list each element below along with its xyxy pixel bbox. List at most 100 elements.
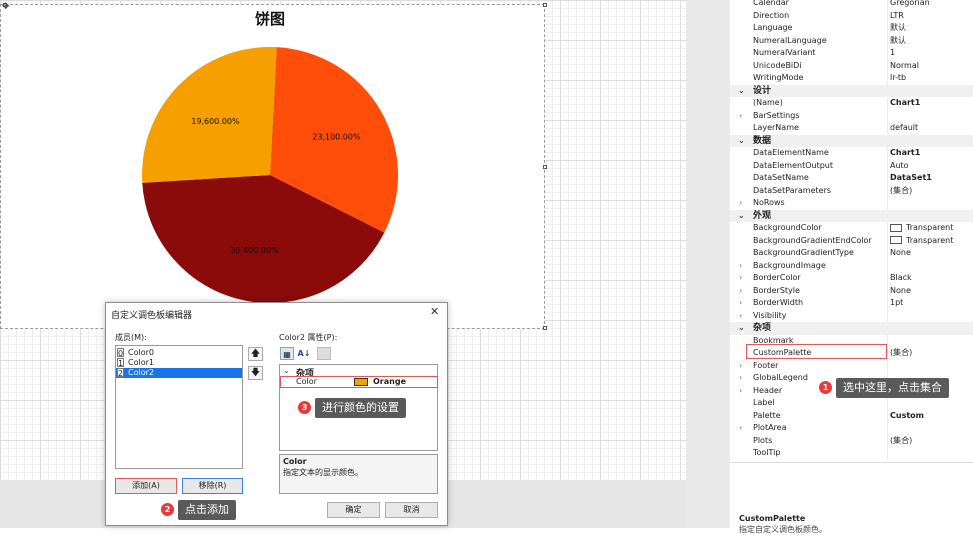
property-row[interactable]: › BorderStyle None bbox=[730, 284, 973, 298]
property-row[interactable]: › BorderColor Black bbox=[730, 272, 973, 285]
property-value[interactable]: Auto bbox=[890, 160, 973, 173]
property-name: Visibility bbox=[753, 310, 787, 320]
property-value[interactable]: 默认 bbox=[890, 35, 973, 48]
property-name: Palette bbox=[753, 410, 781, 420]
chevron-right-icon[interactable]: › bbox=[739, 110, 742, 123]
property-row[interactable]: › BorderWidth 1pt bbox=[730, 297, 973, 310]
property-row[interactable]: Palette Custom bbox=[730, 409, 973, 423]
property-row[interactable]: Calendar Gregorian bbox=[730, 0, 973, 10]
property-row[interactable]: BackgroundGradientType None bbox=[730, 247, 973, 260]
property-value[interactable]: LTR bbox=[890, 10, 973, 23]
add-button[interactable]: 添加(A) bbox=[115, 478, 177, 494]
chevron-right-icon[interactable]: › bbox=[739, 285, 742, 298]
property-name: Direction bbox=[753, 10, 790, 20]
property-row[interactable]: NumeralVariant 1 bbox=[730, 47, 973, 60]
category-label: 数据 bbox=[753, 135, 772, 146]
property-row[interactable]: ToolTip bbox=[730, 447, 973, 460]
color-swatch[interactable] bbox=[354, 378, 368, 386]
property-row[interactable]: DataElementOutput Auto bbox=[730, 159, 973, 173]
property-value[interactable]: None bbox=[890, 285, 973, 298]
panel-splitter[interactable] bbox=[686, 0, 730, 528]
member-list-item[interactable]: 2 Color2 bbox=[116, 368, 242, 378]
category-label: 外观 bbox=[753, 210, 772, 221]
property-row[interactable]: DataSetParameters (集合) bbox=[730, 184, 973, 198]
move-up-button[interactable]: 🡅 bbox=[248, 347, 263, 361]
property-row[interactable]: › NoRows bbox=[730, 197, 973, 210]
property-value[interactable]: 1 bbox=[890, 47, 973, 60]
property-row[interactable]: BackgroundGradientEndColor Transparent bbox=[730, 234, 973, 248]
column-divider bbox=[887, 259, 888, 272]
member-index: 2 bbox=[117, 368, 124, 378]
property-row[interactable]: Plots (集合) bbox=[730, 434, 973, 448]
close-icon[interactable]: ✕ bbox=[430, 305, 439, 318]
sort-alphabetical-icon[interactable]: A↓ bbox=[297, 347, 311, 360]
property-row[interactable]: NumeralLanguage 默认 bbox=[730, 34, 973, 48]
property-row[interactable]: Label bbox=[730, 397, 973, 410]
property-row[interactable]: Direction LTR bbox=[730, 9, 973, 23]
members-list[interactable]: 0 Color0 1 Color1 2 Color2 bbox=[115, 345, 243, 469]
member-list-item[interactable]: 1 Color1 bbox=[116, 358, 242, 368]
property-value[interactable]: Gregorian bbox=[890, 0, 973, 10]
property-value[interactable]: lr-tb bbox=[890, 72, 973, 85]
property-value[interactable]: Custom bbox=[890, 410, 973, 423]
property-value[interactable]: (集合) bbox=[890, 185, 973, 198]
chevron-down-icon[interactable]: ⌄ bbox=[738, 85, 745, 98]
property-value[interactable]: None bbox=[890, 247, 973, 260]
property-category[interactable]: ⌄ 设计 bbox=[730, 84, 973, 98]
property-row[interactable]: (Name) Chart1 bbox=[730, 97, 973, 110]
chevron-right-icon[interactable]: › bbox=[739, 422, 742, 435]
property-category[interactable]: ⌄ 数据 bbox=[730, 134, 973, 148]
property-value[interactable]: DataSet1 bbox=[890, 172, 973, 185]
property-row[interactable]: › BackgroundImage bbox=[730, 259, 973, 273]
property-name: Language bbox=[753, 23, 793, 32]
property-value[interactable]: Chart1 bbox=[890, 97, 973, 110]
property-pages-icon[interactable] bbox=[317, 347, 331, 360]
chevron-right-icon[interactable]: › bbox=[739, 272, 742, 285]
categorized-view-icon[interactable]: ▦ bbox=[280, 347, 294, 360]
property-value[interactable]: (集合) bbox=[890, 435, 973, 448]
property-row[interactable]: BackgroundColor Transparent bbox=[730, 222, 973, 235]
property-row[interactable]: UnicodeBiDi Normal bbox=[730, 59, 973, 73]
property-value[interactable]: (集合) bbox=[890, 347, 973, 360]
cancel-button[interactable]: 取消 bbox=[385, 502, 438, 518]
property-name: DataSetParameters bbox=[753, 185, 832, 195]
chevron-down-icon[interactable]: ⌄ bbox=[738, 135, 745, 148]
property-row[interactable]: DataElementName Chart1 bbox=[730, 147, 973, 160]
property-value[interactable]: Black bbox=[890, 272, 973, 285]
property-category[interactable]: ⌄ 外观 bbox=[730, 209, 973, 223]
column-divider bbox=[887, 159, 888, 172]
chevron-right-icon[interactable]: › bbox=[739, 360, 742, 373]
member-list-item[interactable]: 0 Color0 bbox=[116, 348, 242, 358]
property-value[interactable]: Transparent bbox=[890, 235, 973, 248]
property-value[interactable]: 默认 bbox=[890, 22, 973, 35]
property-value[interactable]: Chart1 bbox=[890, 147, 973, 160]
chevron-right-icon[interactable]: › bbox=[739, 372, 742, 385]
chevron-right-icon[interactable]: › bbox=[739, 260, 742, 273]
chevron-down-icon[interactable]: ⌄ bbox=[738, 210, 745, 223]
property-row[interactable]: LayerName default bbox=[730, 122, 973, 135]
property-value[interactable]: default bbox=[890, 122, 973, 135]
ok-button[interactable]: 确定 bbox=[327, 502, 380, 518]
member-index: 1 bbox=[117, 358, 124, 368]
chevron-right-icon[interactable]: › bbox=[739, 297, 742, 310]
property-value[interactable]: 1pt bbox=[890, 297, 973, 310]
color-property-value[interactable]: Orange bbox=[373, 377, 406, 386]
property-row[interactable]: › Visibility bbox=[730, 309, 973, 323]
chevron-right-icon[interactable]: › bbox=[739, 197, 742, 210]
chevron-down-icon[interactable]: ⌄ bbox=[738, 322, 745, 335]
property-name: Calendar bbox=[753, 0, 789, 7]
property-row[interactable]: › BarSettings bbox=[730, 109, 973, 123]
chevron-right-icon[interactable]: › bbox=[739, 385, 742, 398]
move-down-button[interactable]: 🡇 bbox=[248, 366, 263, 380]
property-row[interactable]: DataSetName DataSet1 bbox=[730, 172, 973, 185]
property-row[interactable]: › Footer bbox=[730, 359, 973, 373]
property-category[interactable]: ⌄ 杂项 bbox=[730, 322, 973, 335]
chevron-right-icon[interactable]: › bbox=[739, 310, 742, 323]
property-row[interactable]: Language 默认 bbox=[730, 22, 973, 35]
chevron-down-icon[interactable]: ⌄ bbox=[283, 366, 290, 375]
remove-button[interactable]: 移除(R) bbox=[182, 478, 243, 494]
property-value[interactable]: Transparent bbox=[890, 222, 973, 235]
property-row[interactable]: WritingMode lr-tb bbox=[730, 72, 973, 85]
property-row[interactable]: › PlotArea bbox=[730, 422, 973, 435]
property-value[interactable]: Normal bbox=[890, 60, 973, 73]
